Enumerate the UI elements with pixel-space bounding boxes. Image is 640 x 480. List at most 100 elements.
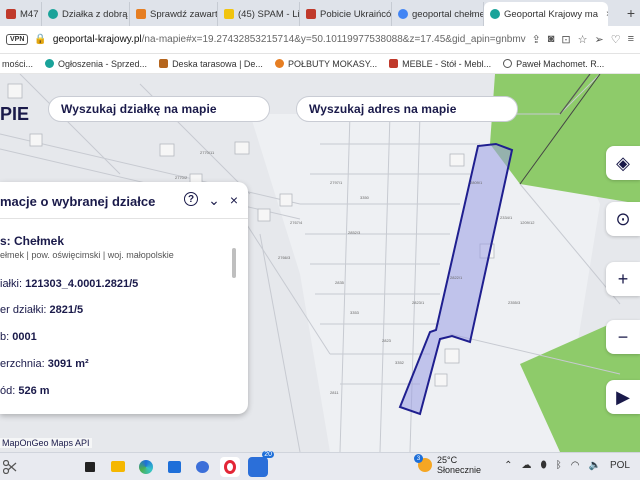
browser-tab[interactable]: Działka z dobrą lokal: [42, 2, 130, 26]
app-icon[interactable]: [192, 457, 212, 477]
browser-tab-active[interactable]: Geoportal Krajowy ma ×: [484, 2, 608, 26]
send-icon[interactable]: ➢: [594, 33, 603, 46]
browser-tab[interactable]: Pobicie Ukraińców w: [300, 2, 392, 26]
locate-button[interactable]: ⊙: [606, 202, 640, 236]
svg-text:2822/1: 2822/1: [450, 275, 463, 280]
svg-text:2852/3: 2852/3: [348, 230, 361, 235]
tab-favicon: [490, 9, 500, 19]
perimeter-row: ód: 526 m: [0, 385, 50, 397]
snip-app-icon[interactable]: [0, 457, 20, 477]
next-icon: ▶: [616, 386, 630, 407]
tab-favicon: [136, 9, 146, 19]
furniture-icon: [389, 59, 399, 68]
menu-icon[interactable]: ≡: [628, 33, 634, 46]
zoom-out-button[interactable]: −: [606, 320, 640, 354]
camera-icon[interactable]: ◙: [548, 33, 555, 46]
url-field[interactable]: geoportal-krajowy.pl/na-mapie#x=19.27432…: [53, 34, 526, 45]
remote-app-icon[interactable]: 20: [248, 450, 274, 477]
opera-icon[interactable]: [220, 456, 240, 477]
svg-text:2770/11: 2770/11: [200, 150, 215, 155]
share-icon[interactable]: ⇪: [532, 33, 541, 46]
notification-badge: 20: [262, 450, 274, 458]
panel-header: macje o wybranej działce ? ⌄ ×: [0, 190, 248, 212]
area-row: erzchnia: 3091 m²: [0, 358, 89, 370]
deck-icon: [159, 59, 169, 68]
bookmark-star-icon[interactable]: ☆: [578, 33, 588, 46]
browser-tab[interactable]: M47: [0, 2, 42, 26]
next-button[interactable]: ▶: [606, 380, 640, 414]
close-icon[interactable]: ×: [230, 192, 238, 209]
cloud-icon[interactable]: ☁: [522, 460, 532, 471]
heart-icon[interactable]: ♡: [611, 33, 621, 46]
bookmark-item[interactable]: mości...: [2, 59, 33, 69]
new-tab-button[interactable]: +: [622, 5, 640, 21]
help-icon[interactable]: ?: [184, 192, 199, 206]
shoe-icon: [274, 59, 284, 68]
lock-icon[interactable]: 🔒: [34, 34, 46, 45]
svg-text:2355/3: 2355/3: [508, 300, 521, 305]
sun-icon: 3: [414, 454, 432, 472]
bookmark-item[interactable]: Ogłoszenia - Sprzed...: [45, 59, 147, 69]
tab-favicon: [306, 9, 316, 19]
svg-text:2835: 2835: [335, 280, 345, 285]
svg-text:2823/1: 2823/1: [412, 300, 425, 305]
profile-icon: [503, 59, 513, 68]
close-tab-icon[interactable]: ×: [606, 9, 608, 20]
wifi-icon[interactable]: ◠: [571, 460, 580, 471]
shield-icon[interactable]: ⬮: [541, 460, 547, 471]
weather-widget[interactable]: 3 25°C Słonecznie: [414, 454, 481, 475]
svg-text:2770/2: 2770/2: [175, 175, 188, 180]
svg-text:3352: 3352: [395, 360, 405, 365]
task-view-icon[interactable]: [80, 457, 100, 477]
collapse-icon[interactable]: ⌄: [208, 192, 220, 209]
svg-text:3353: 3353: [350, 310, 360, 315]
file-explorer-icon[interactable]: [108, 457, 128, 477]
vpn-badge[interactable]: VPN: [6, 34, 29, 45]
zoom-in-button[interactable]: +: [606, 262, 640, 296]
search-parcel-input[interactable]: Wyszukaj działkę na mapie: [48, 96, 270, 122]
map-attribution[interactable]: MapOnGeo Maps API: [0, 438, 92, 448]
panel-tools: ? ⌄ ×: [184, 192, 238, 209]
divider: [0, 218, 248, 219]
edge-icon[interactable]: [136, 457, 156, 477]
svg-text:2766/3: 2766/3: [278, 255, 291, 260]
svg-text:2809/1: 2809/1: [470, 180, 483, 185]
bookmark-item[interactable]: Deska tarasowa | De...: [159, 59, 263, 69]
language-indicator[interactable]: POL: [610, 460, 630, 471]
location-subtitle: ełmek | pow. oświęcimski | woj. małopols…: [0, 250, 174, 260]
tab-favicon: [48, 9, 58, 19]
layers-icon: ◈: [616, 152, 630, 173]
svg-text:2767/4: 2767/4: [290, 220, 303, 225]
svg-text:2797/1: 2797/1: [330, 180, 343, 185]
tab-favicon: [224, 9, 234, 19]
location-name: s: Chełmek: [0, 234, 65, 248]
system-tray: ⌃ ☁ ⬮ ᛒ ◠ 🔈 POL: [504, 460, 630, 471]
zoom-out-icon: −: [617, 326, 629, 347]
taskbar: 20 3 25°C Słonecznie ⌃ ☁ ⬮ ᛒ ◠ 🔈 POL: [0, 450, 640, 480]
tab-favicon: [6, 9, 16, 19]
store-icon[interactable]: [164, 457, 184, 477]
browser-tab[interactable]: (45) SPAM - Lista W: [218, 2, 300, 26]
panel-scrollbar[interactable]: [232, 248, 236, 278]
zoom-in-icon: +: [617, 268, 629, 289]
bluetooth-icon[interactable]: ᛒ: [556, 460, 562, 471]
svg-text:2823: 2823: [382, 338, 392, 343]
page-title-fragment: PIE: [0, 104, 30, 124]
browser-tab[interactable]: Sprawdź zawartość: [130, 2, 218, 26]
bookmark-item[interactable]: POŁBUTY MOKASY...: [274, 59, 377, 69]
parcel-info-panel: macje o wybranej działce ? ⌄ × s: Chełme…: [0, 182, 248, 414]
browser-tab[interactable]: geoportal chełmek: [392, 2, 484, 26]
search-address-input[interactable]: Wyszukaj adres na mapie: [296, 96, 518, 122]
svg-text:2811: 2811: [330, 390, 339, 395]
svg-text:3350: 3350: [360, 195, 370, 200]
screenshot-icon[interactable]: ⊡: [561, 33, 570, 46]
layers-button[interactable]: ◈: [606, 146, 640, 180]
volume-icon[interactable]: 🔈: [589, 460, 601, 471]
olx-icon: [45, 59, 55, 68]
svg-text:2334/1: 2334/1: [500, 215, 513, 220]
map-viewport[interactable]: 2797/1 3350 2852/3 2835 3353 2823 3352 2…: [0, 74, 640, 452]
tab-strip: M47 Działka z dobrą lokal Sprawdź zawart…: [0, 0, 640, 26]
chevron-up-icon[interactable]: ⌃: [504, 460, 512, 471]
bookmark-item[interactable]: Paweł Machomet. R...: [503, 59, 604, 69]
bookmark-item[interactable]: MEBLE - Stół - Mebl...: [389, 59, 491, 69]
